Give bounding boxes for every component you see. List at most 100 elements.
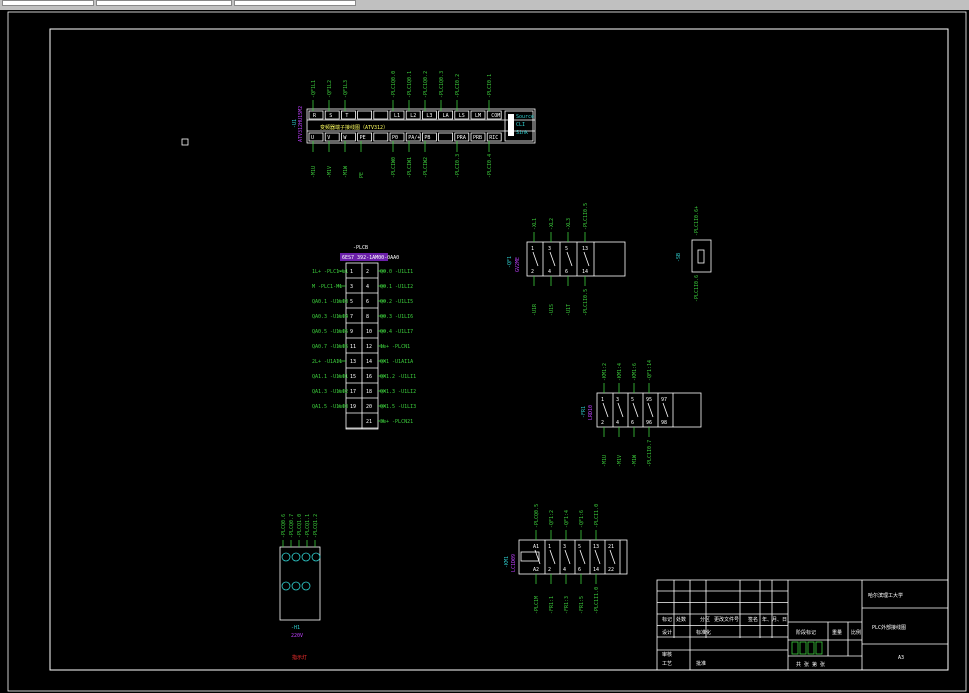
qf1-breaker-block[interactable]: -QF1 GV2ME 1 2 3 4 5 6 13 14 -XL1 -XL2 -XL3 -PLC1I0… bbox=[507, 203, 626, 316]
fr1-title: -FR1 bbox=[581, 406, 587, 418]
pole-bottom-label: 6 bbox=[631, 420, 634, 426]
lamp-wire-label: -PLCQ0.6 bbox=[281, 514, 287, 538]
plc-connector-title: -PLCB bbox=[353, 245, 368, 251]
tb-label: 年、月、日 bbox=[762, 616, 787, 623]
pole-top-label: 5 bbox=[631, 397, 634, 403]
sb-title: -SB bbox=[676, 253, 682, 262]
vfd-top-wire-label: -PLC1Q0.2 bbox=[423, 71, 429, 98]
pole-bottom-label: 96 bbox=[646, 420, 652, 426]
drawing-tab-1[interactable] bbox=[2, 0, 94, 6]
pole-bottom-wire-label: -PLC1I0.7 bbox=[647, 440, 653, 467]
lamp-circle bbox=[301, 581, 311, 591]
pole-bottom-label: 22 bbox=[608, 567, 614, 573]
plc-right-wire-label: 1L+ -PLCN1 bbox=[380, 344, 410, 350]
vfd-top-terminal-label: LS bbox=[459, 113, 465, 119]
lamp-circle bbox=[301, 552, 311, 562]
switch-cli-label: CLI bbox=[516, 122, 525, 128]
pole-contact bbox=[549, 549, 556, 565]
pole-top-label: 3 bbox=[616, 397, 619, 403]
lamp-title: -H1 bbox=[291, 625, 300, 631]
km1-poles: A1 A2 1 2 3 4 5 6 13 14 21 22 -PLCQ0.5 -QF1:2 -QF1:4 -Q… bbox=[533, 504, 621, 614]
tb-stage: 阶段标记 bbox=[796, 629, 816, 636]
pole-bottom-wire-label: -M1U bbox=[602, 455, 608, 467]
plc-connector-block[interactable]: -PLCB 6ES7 392-1AM00-0AA0 1 2 1L+ -PLC1-L1… bbox=[312, 245, 416, 430]
plc-right-wire-label: Q0.2 -U1LI5 bbox=[380, 299, 413, 305]
pole-top-label: 3 bbox=[548, 246, 551, 252]
plc-left-wire-label: QA0.7 -U1LI6 bbox=[312, 344, 348, 350]
lamp-voltage: 220V bbox=[291, 633, 303, 639]
tb-scale: 比例 bbox=[851, 629, 861, 636]
plc-right-wire-label: QX1.5 -U1LI3 bbox=[380, 404, 416, 410]
pole-top-wire-label: -PLCI1.0 bbox=[594, 504, 600, 528]
plc-pin-right: 21 bbox=[366, 419, 372, 425]
pole-bottom-label: 98 bbox=[661, 420, 667, 426]
vfd-drive-block[interactable]: Source CLI Sink 变频器端子接线图（ATV312） -U1 ATV… bbox=[292, 71, 536, 178]
lamp-wire-label: -PLCQ1.1 bbox=[305, 514, 311, 538]
vfd-top-wires: -QF1L1 -QF1L2 -QF1L3 -PLC1Q0.0 -PLC1Q0.1 -PLC… bbox=[311, 71, 493, 111]
vfd-top-wire-label: -PLCI0.2 bbox=[455, 74, 461, 98]
cad-model-space[interactable]: Source CLI Sink 变频器端子接线图（ATV312） -U1 ATV… bbox=[0, 10, 969, 693]
km1-contactor-block[interactable]: -KM1 LC1D09 A1 A2 1 2 3 4 5 6 13 14 21 22 -PLCQ0.5 -Q… bbox=[504, 504, 628, 614]
fr1-relay-block[interactable]: -FR1 LRD10 1 2 3 4 5 6 95 96 97 98 -KM1:2 -KM1:4 -KM… bbox=[581, 360, 702, 467]
lamp-circles: -PLCQ0.6 -PLCQ0.7 -PLCQ1.0 -PLCQ1.1 -PLCQ1.2 bbox=[281, 514, 321, 591]
plc-connector-part: 6ES7 392-1AM00-0AA0 bbox=[342, 255, 399, 261]
indicator-lamp-block[interactable]: -PLCQ0.6 -PLCQ0.7 -PLCQ1.0 -PLCQ1.1 -PLCQ1.2… bbox=[279, 514, 321, 661]
pole-top-wire-label: -QF1:2 bbox=[549, 510, 555, 528]
drawing-tab-3[interactable] bbox=[234, 0, 356, 6]
pole-bottom-label: 14 bbox=[582, 269, 588, 275]
pole-bottom-label: 6 bbox=[578, 567, 581, 573]
plc-pin-right: 2 bbox=[366, 269, 369, 275]
pole-top-wire-label: -PLCQ0.5 bbox=[534, 504, 540, 528]
pole-bottom-wire-label: -M1W bbox=[632, 454, 638, 467]
lamp-circle bbox=[291, 581, 301, 591]
lamp-red-label: 指示灯 bbox=[292, 654, 307, 661]
lamp-circle bbox=[311, 552, 321, 562]
sb-top-wire: -PLC1I0.6+ bbox=[694, 206, 700, 236]
tb-approve: 批准 bbox=[696, 660, 706, 667]
plc-connector-rows: 1 21L+ -PLC1-L1 Q0.0 -U1LI13 4M -PLC1-M1 Q0.… bbox=[312, 269, 416, 429]
plc-left-wire-label: 2L+ -U1AI1 bbox=[312, 359, 342, 365]
plc-right-wire-label: Q0.3 -U1LI6 bbox=[380, 314, 413, 320]
drawing-tab-2[interactable] bbox=[96, 0, 232, 6]
tb-process: 工艺 bbox=[662, 661, 672, 667]
vfd-bottom-terminal-label: P0 bbox=[392, 135, 398, 141]
plc-left-wire-label: 1L+ -PLC1-L1 bbox=[312, 269, 348, 275]
vfd-top-terminal-label: LM bbox=[475, 113, 481, 119]
pole-top-wire-label: -KM1:4 bbox=[617, 363, 623, 381]
vfd-bottom-wire-label: -M1W bbox=[343, 165, 349, 178]
pole-bottom-label: 4 bbox=[548, 269, 551, 275]
pole-contact bbox=[532, 251, 539, 267]
plc-pin-left: 5 bbox=[350, 299, 353, 305]
top-toolbar-strip bbox=[0, 0, 969, 10]
pole-top-wire-label: -QF1:14 bbox=[647, 360, 653, 381]
title-block: 哈尔滨理工大学 PLC外部接线图 A3 阶段标记 重量 比例 共 张 第 张 标… bbox=[656, 579, 949, 671]
vfd-bottom-terminal-label: PB bbox=[424, 135, 430, 141]
tb-label: 分区 bbox=[700, 616, 710, 623]
tb-stage-cell bbox=[799, 641, 807, 655]
plc-pin-left: 13 bbox=[350, 359, 356, 365]
plc-right-wire-label: 3L+ -PLCN21 bbox=[380, 419, 413, 425]
vfd-switch-lever bbox=[508, 114, 514, 136]
pole-contact bbox=[594, 549, 601, 565]
pole-bottom-wire-label: -PLC1I0.5 bbox=[583, 289, 589, 316]
pole-top-label: 1 bbox=[601, 397, 604, 403]
vfd-bottom-wires: -M1U -M1V -M1W PE -PLCIW0 -PLCIW1 -PLCIW2 -PLCI… bbox=[311, 141, 493, 178]
vfd-bottom-terminal-label: PRA bbox=[457, 135, 466, 141]
plc-pin-left: 1 bbox=[350, 269, 353, 275]
pole-bottom-label: 2 bbox=[531, 269, 534, 275]
vfd-top-terminal-label: T bbox=[345, 113, 348, 119]
lamp-circle bbox=[291, 552, 301, 562]
sb-button-block[interactable]: -SB -PLC1I0.6+ -PLC1I0.6 bbox=[676, 206, 712, 302]
tb-drawing-no: A3 bbox=[898, 655, 904, 661]
plc-pin-right: 4 bbox=[366, 284, 369, 290]
vfd-bottom-terminal-label: RIC bbox=[489, 135, 498, 141]
vfd-top-terminal-label: L2 bbox=[410, 113, 416, 119]
pole-contact bbox=[617, 402, 624, 418]
lamp-circle bbox=[281, 552, 291, 562]
pole-top-wire-label: -QF1:6 bbox=[579, 510, 585, 528]
plc-left-wire-label: QA1.5 -U1LI3 bbox=[312, 404, 348, 410]
plc-pin-left: 3 bbox=[350, 284, 353, 290]
pole-top-label: 21 bbox=[608, 544, 614, 550]
pole-top-label: A1 bbox=[533, 544, 539, 550]
pole-contact bbox=[662, 402, 669, 418]
